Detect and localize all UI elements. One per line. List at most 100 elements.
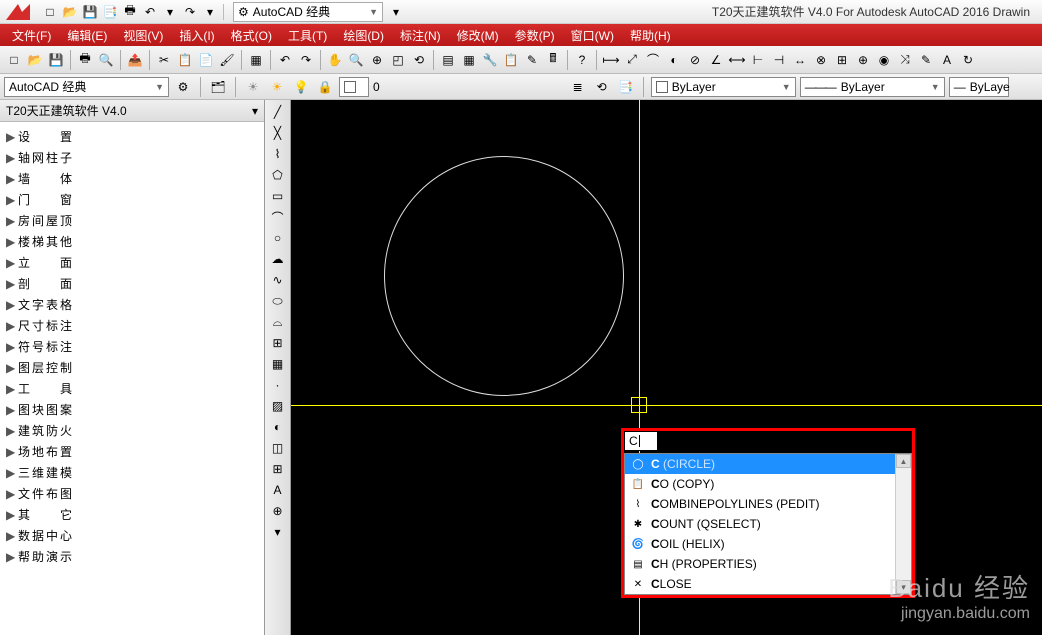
polyline-icon[interactable]: ⌇ bbox=[268, 144, 288, 164]
sheet-icon[interactable]: 📋 bbox=[501, 50, 521, 70]
zoom-icon[interactable]: 🔍 bbox=[346, 50, 366, 70]
tree-item-18[interactable]: ▶其 它 bbox=[2, 504, 262, 525]
xline-icon[interactable]: ╳ bbox=[268, 123, 288, 143]
point-icon[interactable]: · bbox=[268, 375, 288, 395]
tree-item-17[interactable]: ▶文件布图 bbox=[2, 483, 262, 504]
qat-open-icon[interactable]: 📂 bbox=[61, 3, 79, 21]
workspace-gear-icon[interactable]: ⚙ bbox=[173, 77, 193, 97]
tree-item-4[interactable]: ▶房间屋顶 bbox=[2, 210, 262, 231]
tree-item-9[interactable]: ▶尺寸标注 bbox=[2, 315, 262, 336]
qat-more-icon[interactable]: ▾ bbox=[387, 3, 405, 21]
tree-item-3[interactable]: ▶门 窗 bbox=[2, 189, 262, 210]
layer-iso-icon[interactable]: ≣ bbox=[568, 77, 588, 97]
workspace-select[interactable]: AutoCAD 经典 ▼ bbox=[4, 77, 169, 97]
cut-icon[interactable]: ✂ bbox=[154, 50, 174, 70]
menu-item-0[interactable]: 文件(F) bbox=[4, 25, 59, 46]
scroll-up-icon[interactable]: ▲ bbox=[896, 454, 911, 468]
sun-off-icon[interactable]: ☀ bbox=[243, 77, 263, 97]
tree-item-10[interactable]: ▶符号标注 bbox=[2, 336, 262, 357]
dim-dia-icon[interactable]: ⊘ bbox=[685, 50, 705, 70]
command-suggestion-0[interactable]: ◯C (CIRCLE) bbox=[625, 454, 895, 474]
dim-cont-icon[interactable]: ⊣ bbox=[769, 50, 789, 70]
paste-icon[interactable]: 📄 bbox=[196, 50, 216, 70]
tree-item-19[interactable]: ▶数据中心 bbox=[2, 525, 262, 546]
command-suggestion-2[interactable]: ⌇COMBINEPOLYLINES (PEDIT) bbox=[625, 494, 895, 514]
tree-item-6[interactable]: ▶立 面 bbox=[2, 252, 262, 273]
app-logo[interactable] bbox=[4, 2, 36, 22]
match-icon[interactable]: 🖌 bbox=[217, 50, 237, 70]
tree-item-1[interactable]: ▶轴网柱子 bbox=[2, 147, 262, 168]
tree-item-15[interactable]: ▶场地布置 bbox=[2, 441, 262, 462]
tree-item-8[interactable]: ▶文字表格 bbox=[2, 294, 262, 315]
open-icon[interactable]: 📂 bbox=[25, 50, 45, 70]
dim-jog-icon[interactable]: ⤨ bbox=[895, 50, 915, 70]
gradient-icon[interactable]: ◐ bbox=[268, 417, 288, 437]
insert-icon[interactable]: ⊞ bbox=[268, 333, 288, 353]
save-icon[interactable]: 💾 bbox=[46, 50, 66, 70]
qat-save-icon[interactable]: 💾 bbox=[81, 3, 99, 21]
help-icon[interactable]: ? bbox=[572, 50, 592, 70]
dim-tol-icon[interactable]: ⊞ bbox=[832, 50, 852, 70]
tree-item-11[interactable]: ▶图层控制 bbox=[2, 357, 262, 378]
sun-on-icon[interactable]: ☀ bbox=[267, 77, 287, 97]
dim-angle-icon[interactable]: ∠ bbox=[706, 50, 726, 70]
new-icon[interactable]: □ bbox=[4, 50, 24, 70]
props-icon[interactable]: ▤ bbox=[438, 50, 458, 70]
command-input[interactable]: C bbox=[624, 431, 658, 451]
dim-aligned-icon[interactable]: ⤢ bbox=[622, 50, 642, 70]
command-suggestion-5[interactable]: ▤CH (PROPERTIES) bbox=[625, 554, 895, 574]
layer-state-icon[interactable]: 📑 bbox=[616, 77, 636, 97]
menu-item-7[interactable]: 标注(N) bbox=[392, 25, 449, 46]
menu-item-6[interactable]: 绘图(D) bbox=[335, 25, 392, 46]
qat-redo-icon[interactable]: ↷ bbox=[181, 3, 199, 21]
tree-item-13[interactable]: ▶图块图案 bbox=[2, 399, 262, 420]
tree-item-2[interactable]: ▶墙 体 bbox=[2, 168, 262, 189]
spline-icon[interactable]: ∿ bbox=[268, 270, 288, 290]
menu-item-3[interactable]: 插入(I) bbox=[171, 25, 222, 46]
dim-update-icon[interactable]: ↻ bbox=[958, 50, 978, 70]
toolbar-dropdown-icon[interactable]: ▾ bbox=[268, 522, 288, 542]
plot-icon[interactable]: 🖶 bbox=[75, 50, 95, 70]
pan-icon[interactable]: ✋ bbox=[325, 50, 345, 70]
linetype-select[interactable]: ——— ByLayer ▼ bbox=[800, 77, 945, 97]
tool-icon[interactable]: 🔧 bbox=[480, 50, 500, 70]
qat-new-icon[interactable]: □ bbox=[41, 3, 59, 21]
tree-item-14[interactable]: ▶建筑防火 bbox=[2, 420, 262, 441]
menu-item-8[interactable]: 修改(M) bbox=[449, 25, 507, 46]
tree-item-12[interactable]: ▶工 具 bbox=[2, 378, 262, 399]
calc-icon[interactable]: 🖩 bbox=[543, 50, 563, 70]
bulb-icon[interactable]: 💡 bbox=[291, 77, 311, 97]
rectangle-icon[interactable]: ▭ bbox=[268, 186, 288, 206]
region-icon[interactable]: ◫ bbox=[268, 438, 288, 458]
publish-icon[interactable]: 📤 bbox=[125, 50, 145, 70]
command-suggestion-6[interactable]: ✕CLOSE bbox=[625, 574, 895, 594]
dim-arc-icon[interactable]: ⌒ bbox=[643, 50, 663, 70]
command-suggestion-4[interactable]: 🌀COIL (HELIX) bbox=[625, 534, 895, 554]
qat-dropdown-icon[interactable]: ▾ bbox=[161, 3, 179, 21]
layer-prev-icon[interactable]: ⟲ bbox=[592, 77, 612, 97]
menu-item-10[interactable]: 窗口(W) bbox=[563, 25, 622, 46]
design-icon[interactable]: ▦ bbox=[459, 50, 479, 70]
polygon-icon[interactable]: ⬠ bbox=[268, 165, 288, 185]
markup-icon[interactable]: ✎ bbox=[522, 50, 542, 70]
revcloud-icon[interactable]: ☁ bbox=[268, 249, 288, 269]
lineweight-select[interactable]: — ByLaye bbox=[949, 77, 1009, 97]
dim-edit-icon[interactable]: ✎ bbox=[916, 50, 936, 70]
zoom-prev-icon[interactable]: ⟲ bbox=[409, 50, 429, 70]
tree-item-7[interactable]: ▶剖 面 bbox=[2, 273, 262, 294]
command-suggestion-3[interactable]: ✱COUNT (QSELECT) bbox=[625, 514, 895, 534]
menu-item-1[interactable]: 编辑(E) bbox=[59, 25, 115, 46]
tree-item-20[interactable]: ▶帮助演示 bbox=[2, 546, 262, 567]
addsel-icon[interactable]: ⊕ bbox=[268, 501, 288, 521]
tree-item-5[interactable]: ▶楼梯其他 bbox=[2, 231, 262, 252]
dim-radius-icon[interactable]: ◐ bbox=[664, 50, 684, 70]
make-block-icon[interactable]: ▦ bbox=[268, 354, 288, 374]
dim-break-icon[interactable]: ⊗ bbox=[811, 50, 831, 70]
table-icon[interactable]: ⊞ bbox=[268, 459, 288, 479]
line-icon[interactable]: ╱ bbox=[268, 102, 288, 122]
tree-item-0[interactable]: ▶设 置 bbox=[2, 126, 262, 147]
block-icon[interactable]: ▦ bbox=[246, 50, 266, 70]
color-select[interactable]: ByLayer ▼ bbox=[651, 77, 796, 97]
menu-item-5[interactable]: 工具(T) bbox=[280, 25, 335, 46]
zoom-win-icon[interactable]: ◰ bbox=[388, 50, 408, 70]
